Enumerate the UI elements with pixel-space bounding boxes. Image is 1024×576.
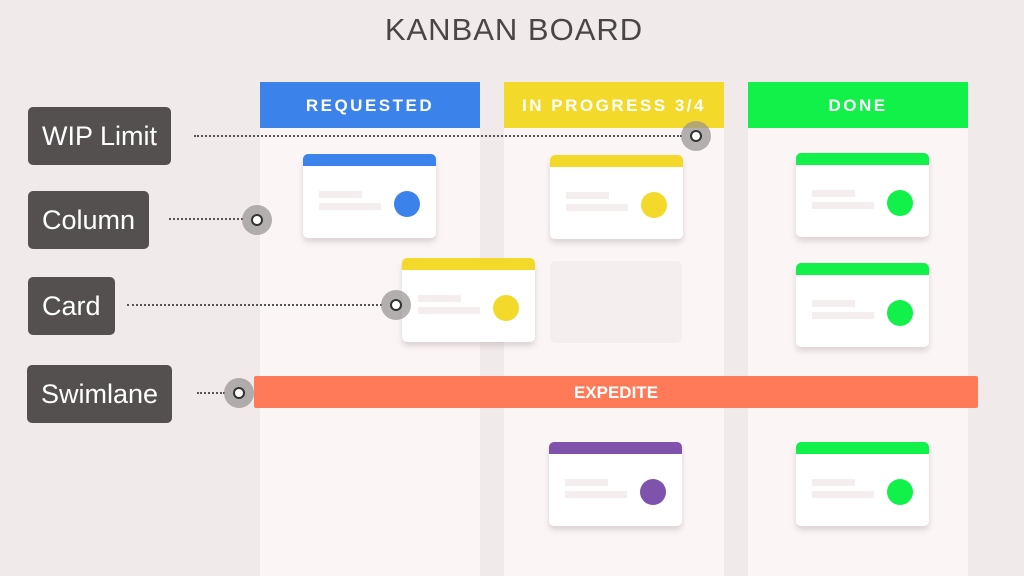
card-text-placeholder [812,312,874,319]
avatar [640,479,666,505]
card-text-placeholder [566,192,609,199]
card-color-strip [796,442,929,454]
card-color-strip [796,153,929,165]
avatar [641,192,667,218]
callout-column: Column [28,191,150,249]
card-text-placeholder [565,479,608,486]
callout-connector [127,304,382,306]
card[interactable] [796,442,929,526]
callout-pin-icon [242,205,272,235]
card-color-strip [796,263,929,275]
column-header-done[interactable]: DONE [748,82,968,128]
swimlane-expedite[interactable]: EXPEDITE [254,376,978,408]
card-dragging[interactable] [402,258,535,342]
card[interactable] [796,263,929,347]
callout-pin-icon [224,378,254,408]
callout-card: Card [28,277,115,335]
card-color-strip [550,155,683,167]
callout-connector [169,218,243,220]
card-color-strip [402,258,535,270]
column-header-requested[interactable]: REQUESTED [260,82,480,128]
card-text-placeholder [319,191,362,198]
card-text-placeholder [812,190,855,197]
avatar [493,295,519,321]
card-text-placeholder [812,491,874,498]
card[interactable] [550,155,683,239]
card-color-strip [303,154,436,166]
callout-connector [194,135,682,137]
avatar [887,300,913,326]
card-text-placeholder [812,202,874,209]
avatar [887,190,913,216]
avatar [887,479,913,505]
card-text-placeholder [565,491,627,498]
card-text-placeholder [812,479,855,486]
avatar [394,191,420,217]
card-text-placeholder [812,300,855,307]
page-title: KANBAN BOARD [384,12,644,47]
callout-connector [197,392,225,394]
card[interactable] [549,442,682,526]
card-text-placeholder [418,307,480,314]
card[interactable] [796,153,929,237]
card-text-placeholder [566,204,628,211]
callout-wip-limit: WIP Limit [28,107,172,165]
card-text-placeholder [319,203,381,210]
card-drop-placeholder [550,261,682,343]
card[interactable] [303,154,436,238]
card-color-strip [549,442,682,454]
callout-pin-icon [681,121,711,151]
callout-pin-icon [381,290,411,320]
callout-swimlane: Swimlane [27,365,173,423]
card-text-placeholder [418,295,461,302]
